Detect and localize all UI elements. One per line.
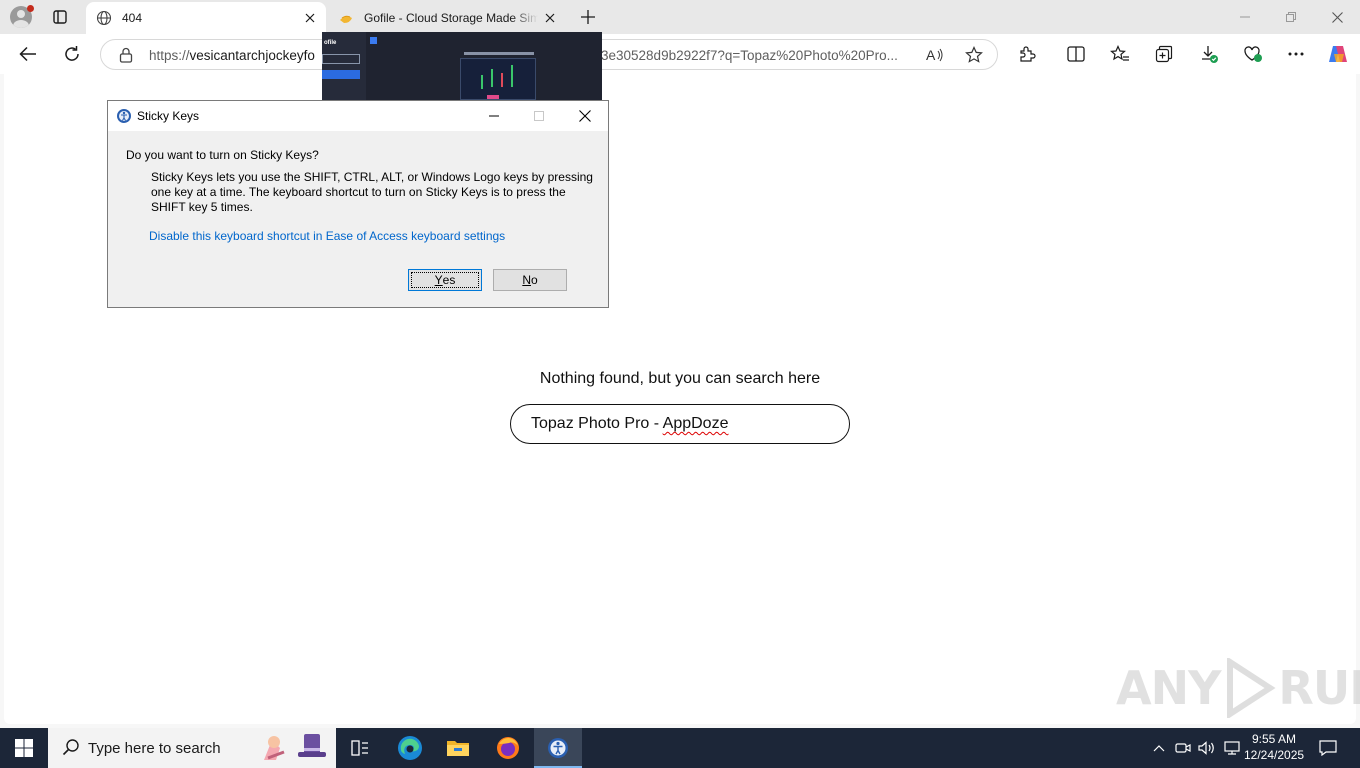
tab-404[interactable]: 404 [86, 2, 326, 34]
maximize-icon [516, 101, 562, 131]
yes-button[interactable]: Yes [408, 269, 482, 291]
dialog-titlebar[interactable]: Sticky Keys [108, 101, 608, 131]
not-found-message: Nothing found, but you can search here [539, 370, 821, 387]
collections-icon[interactable] [1151, 42, 1177, 66]
browser-tab-bar: 404 Gofile - Cloud Storage Made Simple [0, 0, 1360, 34]
firefox-icon[interactable] [484, 728, 532, 768]
accessibility-icon [116, 108, 132, 124]
tab-title: 404 [122, 11, 143, 25]
tab-preview-logo: ofile [324, 40, 337, 46]
notification-icon[interactable] [1310, 728, 1346, 768]
tab-actions-icon[interactable] [47, 4, 73, 30]
gofile-favicon [338, 10, 354, 26]
copilot-icon[interactable] [1325, 42, 1351, 66]
file-explorer-icon[interactable] [434, 728, 482, 768]
chevron-up-icon[interactable] [1150, 728, 1168, 768]
taskbar: Type here to search 9:55 AM 12/24/2025 [0, 728, 1360, 768]
minimize-icon[interactable] [1222, 0, 1268, 34]
clock-date: 12/24/2025 [1244, 748, 1305, 762]
close-icon[interactable] [538, 6, 562, 30]
back-icon[interactable] [13, 40, 43, 68]
sticky-keys-dialog: Sticky Keys Do you want to turn on Stick… [107, 100, 609, 308]
svg-text:A: A [926, 47, 936, 63]
url-text: https://vesicantarchjockeyfo [149, 48, 315, 63]
watermark-right: RUN [1278, 661, 1360, 715]
no-button[interactable]: No [493, 269, 567, 291]
downloads-icon[interactable] [1196, 42, 1222, 66]
taskbar-search-box[interactable]: Type here to search [48, 728, 336, 768]
system-clock[interactable]: 9:55 AM 12/24/2025 [1244, 731, 1304, 763]
dialog-title: Sticky Keys [137, 109, 200, 123]
meet-now-icon[interactable] [1174, 728, 1192, 768]
network-icon[interactable] [1222, 728, 1242, 768]
tab-hover-preview: ofile [322, 32, 602, 100]
restore-icon[interactable] [1268, 0, 1314, 34]
split-screen-icon[interactable] [1063, 42, 1089, 66]
task-view-icon[interactable] [336, 728, 384, 768]
globe-icon [96, 10, 112, 26]
search-highlight-decoration [264, 734, 326, 760]
search-placeholder: Type here to search [88, 739, 221, 757]
windows-start-icon[interactable] [0, 728, 48, 768]
accessibility-icon[interactable] [534, 728, 582, 768]
edge-icon[interactable] [386, 728, 434, 768]
tab-title: Gofile - Cloud Storage Made Simple [364, 11, 538, 25]
disable-shortcut-link[interactable]: Disable this keyboard shortcut in Ease o… [149, 229, 505, 243]
play-logo-icon [1227, 658, 1276, 718]
anyrun-watermark: ANY RUN [1116, 658, 1360, 718]
more-icon[interactable] [1283, 42, 1309, 66]
dialog-description: Sticky Keys lets you use the SHIFT, CTRL… [151, 170, 593, 214]
dialog-question: Do you want to turn on Sticky Keys? [126, 148, 319, 162]
new-tab-icon[interactable] [575, 4, 601, 30]
search-input[interactable]: Topaz Photo Pro - AppDoze [510, 404, 850, 444]
close-icon[interactable] [1314, 0, 1360, 34]
extensions-icon[interactable] [1014, 42, 1040, 66]
read-aloud-icon[interactable]: A [924, 45, 946, 65]
watermark-left: ANY [1116, 661, 1221, 715]
browser-toolbar: https://vesicantarchjockeyfo 3e30528d9b2… [0, 34, 1360, 74]
close-icon[interactable] [562, 101, 608, 131]
minimize-icon[interactable] [471, 101, 517, 131]
refresh-icon[interactable] [57, 40, 87, 68]
tab-gofile[interactable]: Gofile - Cloud Storage Made Simple [328, 2, 566, 34]
performance-icon[interactable] [1240, 42, 1266, 66]
favorite-star-icon[interactable] [963, 45, 985, 65]
url-text-tail: 3e30528d9b2922f7?q=Topaz%20Photo%20Pro..… [601, 48, 898, 63]
search-icon [62, 738, 80, 759]
profile-icon[interactable] [8, 4, 34, 30]
lock-icon[interactable] [119, 47, 133, 66]
volume-icon[interactable] [1197, 728, 1217, 768]
favorites-icon[interactable] [1107, 42, 1133, 66]
clock-time: 9:55 AM [1251, 732, 1297, 746]
close-icon[interactable] [298, 6, 322, 30]
